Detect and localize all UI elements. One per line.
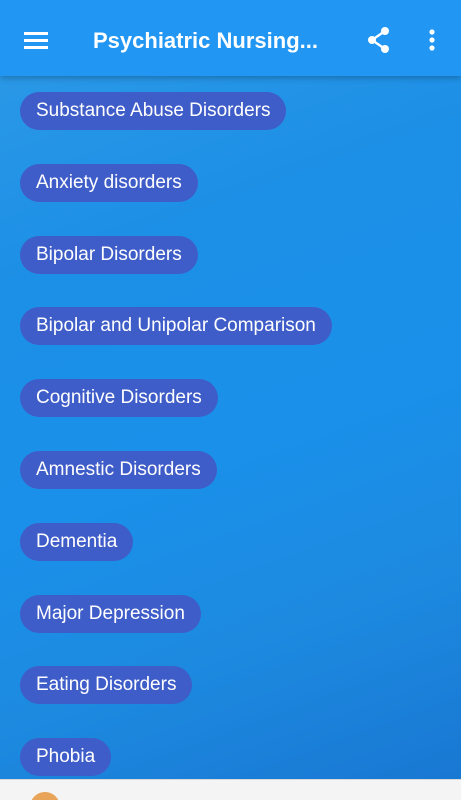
app-toolbar: Psychiatric Nursing...: [0, 0, 461, 76]
topic-chip-substance-abuse[interactable]: Substance Abuse Disorders: [20, 92, 287, 130]
share-button[interactable]: [363, 24, 395, 56]
more-options-button[interactable]: [416, 24, 448, 56]
topic-chip-bipolar-unipolar[interactable]: Bipolar and Unipolar Comparison: [20, 307, 332, 346]
share-icon: [368, 27, 389, 53]
topic-chip-major-depression[interactable]: Major Depression: [20, 594, 201, 633]
topic-chip-cognitive[interactable]: Cognitive Disorders: [20, 379, 218, 418]
list-item: Substance Abuse Disorders: [20, 92, 461, 164]
topic-list: Substance Abuse Disorders Anxiety disord…: [20, 92, 461, 800]
list-item: Dementia: [20, 522, 461, 595]
list-item: Major Depression: [20, 594, 461, 667]
list-item: Cognitive Disorders: [20, 379, 461, 451]
list-item: Bipolar and Unipolar Comparison: [20, 307, 461, 379]
page-title: Psychiatric Nursing...: [93, 28, 318, 53]
topic-chip-bipolar[interactable]: Bipolar Disorders: [20, 235, 198, 274]
more-vert-icon: [429, 29, 435, 51]
list-item: Bipolar Disorders: [20, 235, 461, 308]
topic-chip-eating[interactable]: Eating Disorders: [20, 666, 193, 705]
topic-chip-dementia[interactable]: Dementia: [20, 522, 134, 561]
app-screen: Psychiatric Nursing... Substance Abuse D…: [0, 0, 461, 800]
list-item: Eating Disorders: [20, 666, 461, 738]
topic-chip-anxiety[interactable]: Anxiety disorders: [20, 163, 198, 202]
avatar: [30, 792, 60, 800]
list-item: Anxiety disorders: [20, 163, 461, 236]
list-item: Amnestic Disorders: [20, 450, 461, 523]
bottom-banner: [0, 779, 461, 800]
topic-chip-phobia[interactable]: Phobia: [20, 738, 112, 777]
topic-chip-amnestic[interactable]: Amnestic Disorders: [20, 450, 217, 489]
menu-icon: [24, 32, 48, 49]
menu-button[interactable]: [20, 24, 52, 56]
